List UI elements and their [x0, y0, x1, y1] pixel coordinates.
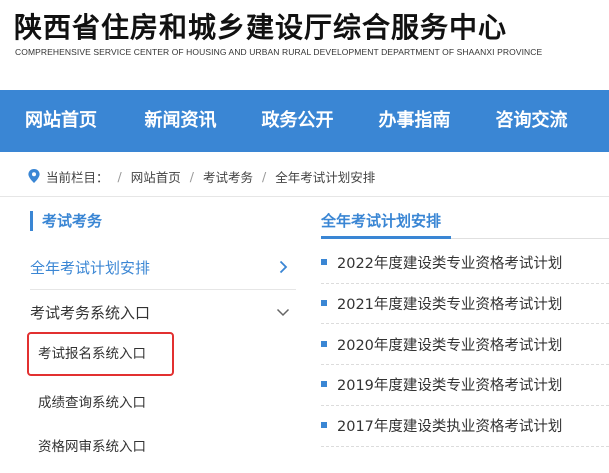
bullet-icon [321, 422, 327, 428]
subitem-qualification-review[interactable]: 资格网审系统入口 [38, 436, 146, 458]
nav-news[interactable]: 新闻资讯 [122, 90, 239, 152]
site-title: 陕西省住房和城乡建设厅综合服务中心 [14, 11, 508, 44]
list-item[interactable]: 2021年度建设类专业资格考试计划 [321, 283, 609, 323]
sidebar-item-label: 全年考试计划安排 [30, 258, 151, 277]
list-item-label: 2017年度建设类执业资格考试计划 [337, 418, 563, 435]
list-item-label: 2022年度建设类专业资格考试计划 [337, 255, 563, 272]
breadcrumb-separator: / [189, 168, 194, 184]
nav-government-affairs[interactable]: 政务公开 [239, 90, 356, 152]
site-subtitle: COMPREHENSIVE SERVICE CENTER OF HOUSING … [15, 47, 543, 57]
bullet-icon [321, 381, 327, 387]
list-item-label: 2021年度建设类专业资格考试计划 [337, 296, 563, 313]
sidebar-item-exam-system-entry[interactable]: 考试考务系统入口 [30, 290, 296, 334]
breadcrumb-home[interactable]: 网站首页 [131, 167, 181, 186]
content-title-underline [321, 236, 451, 239]
sidebar-item-label: 考试考务系统入口 [30, 303, 151, 322]
main-nav: 网站首页 新闻资讯 政务公开 办事指南 咨询交流 [0, 90, 609, 152]
sidebar-item-exam-plan[interactable]: 全年考试计划安排 [30, 245, 296, 289]
list-item-label: 2019年度建设类专业资格考试计划 [337, 377, 563, 394]
list-item[interactable]: 2022年度建设类专业资格考试计划 [321, 242, 609, 282]
nav-home[interactable]: 网站首页 [0, 90, 122, 152]
breadcrumb-divider [0, 196, 609, 197]
list-item[interactable]: 2020年度建设类专业资格考试计划 [321, 324, 609, 364]
breadcrumb-current[interactable]: 全年考试计划安排 [275, 167, 375, 186]
site-header: 陕西省住房和城乡建设厅综合服务中心 COMPREHENSIVE SERVICE … [0, 0, 609, 90]
content-title: 全年考试计划安排 [321, 212, 442, 230]
location-pin-icon [28, 169, 40, 183]
list-item[interactable]: 2017年度建设类执业资格考试计划 [321, 405, 609, 445]
list-divider [321, 446, 609, 447]
nav-consultation[interactable]: 咨询交流 [473, 90, 590, 152]
list-item[interactable]: 2019年度建设类专业资格考试计划 [321, 364, 609, 404]
chevron-down-icon [276, 308, 290, 317]
sidebar-title: 考试考务 [30, 211, 102, 231]
breadcrumb: 当前栏目： / 网站首页 / 考试考务 / 全年考试计划安排 [28, 166, 375, 186]
bullet-icon [321, 341, 327, 347]
breadcrumb-separator: / [117, 168, 122, 184]
breadcrumb-prefix: 当前栏目： [46, 169, 109, 185]
breadcrumb-exam-affairs[interactable]: 考试考务 [203, 167, 253, 186]
list-item-label: 2020年度建设类专业资格考试计划 [337, 337, 563, 354]
bullet-icon [321, 300, 327, 306]
chevron-right-icon [279, 260, 288, 274]
nav-service-guide[interactable]: 办事指南 [356, 90, 473, 152]
subitem-score-query[interactable]: 成绩查询系统入口 [38, 392, 146, 414]
bullet-icon [321, 259, 327, 265]
breadcrumb-separator: / [261, 168, 267, 184]
highlight-box [27, 332, 174, 376]
